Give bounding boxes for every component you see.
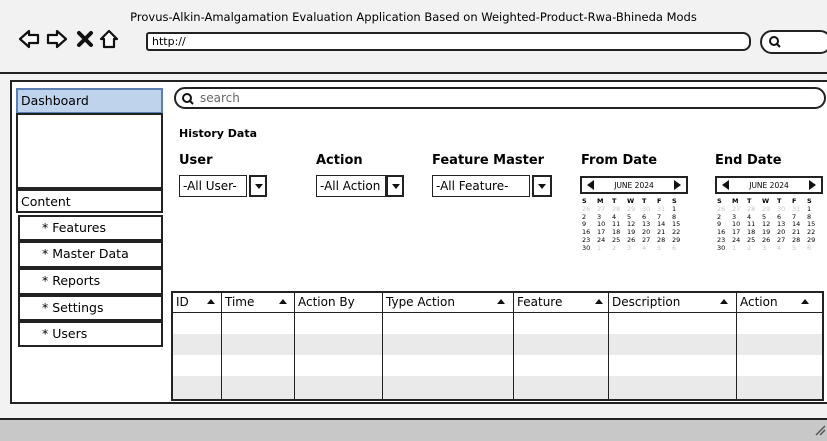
search-icon xyxy=(182,93,194,105)
sort-up-icon[interactable] xyxy=(279,299,287,304)
feature-select[interactable]: -All Feature- xyxy=(432,175,530,197)
end-date-label: End Date xyxy=(715,153,782,168)
chevron-down-icon[interactable] xyxy=(532,175,552,197)
calendar-header: JUNE 2024 xyxy=(580,176,688,194)
home-icon[interactable] xyxy=(98,28,120,50)
calendar-grid: S M T W T F S 26 27 28 29 30 31 1 2 3 4 5 6 7 8 9 10 11 12 13 14 15… xyxy=(582,197,687,253)
col-header-description[interactable]: Description xyxy=(609,293,737,313)
calendar-day[interactable]: 1 xyxy=(732,244,747,253)
sidebar-blank-panel xyxy=(16,113,163,189)
col-header-label: Action xyxy=(740,295,778,309)
col-header-action-by[interactable]: Action By xyxy=(295,293,383,313)
sort-up-icon[interactable] xyxy=(497,299,505,304)
chevron-down-icon[interactable] xyxy=(386,175,404,197)
window-title: Provus-Alkin-Amalgamation Evaluation App… xyxy=(130,10,697,24)
sidebar-item-dashboard[interactable]: Dashboard xyxy=(16,88,163,114)
sidebar-item-settings[interactable]: * Settings xyxy=(18,295,163,321)
col-header-label: Description xyxy=(612,295,681,309)
search-input[interactable]: search xyxy=(174,87,826,109)
calendar-day[interactable]: 6 xyxy=(807,244,822,253)
resize-grip-icon[interactable] xyxy=(814,424,826,436)
end-date-calendar[interactable]: JUNE 2024 S M T W T F S 26 27 28 29 30 31 1 2 3 4 5 6 7 8 9 10… xyxy=(715,176,823,272)
col-header-label: Type Action xyxy=(386,295,455,309)
col-header-type-action[interactable]: Type Action xyxy=(383,293,513,313)
sort-up-icon[interactable] xyxy=(207,299,215,304)
calendar-day[interactable]: 1 xyxy=(597,244,612,253)
col-header-label: Feature xyxy=(517,295,563,309)
next-month-icon[interactable] xyxy=(809,180,816,190)
table-row[interactable] xyxy=(173,355,822,376)
sidebar-item-master-data[interactable]: * Master Data xyxy=(18,241,163,268)
table-row[interactable] xyxy=(173,334,822,355)
calendar-month: JUNE 2024 xyxy=(749,181,789,190)
status-bar xyxy=(0,418,827,441)
action-label: Action xyxy=(316,153,363,168)
calendar-day[interactable]: 2 xyxy=(612,244,627,253)
calendar-day[interactable]: 4 xyxy=(777,244,792,253)
calendar-day[interactable]: 6 xyxy=(672,244,687,253)
calendar-day[interactable]: 5 xyxy=(792,244,807,253)
calendar-day[interactable]: 30 xyxy=(717,244,732,253)
stop-icon[interactable] xyxy=(74,28,96,50)
calendar-header: JUNE 2024 xyxy=(715,176,823,194)
col-header-time[interactable]: Time xyxy=(222,293,294,313)
from-date-label: From Date xyxy=(581,153,658,168)
col-header-label: Action By xyxy=(298,295,355,309)
col-header-id[interactable]: ID xyxy=(173,293,221,313)
calendar-day[interactable]: 3 xyxy=(762,244,777,253)
sidebar-item-reports[interactable]: * Reports xyxy=(18,268,163,295)
col-header-label: ID xyxy=(176,295,189,309)
col-header-feature[interactable]: Feature xyxy=(514,293,609,313)
sidebar-section-content[interactable]: Content xyxy=(16,189,163,213)
forward-icon[interactable] xyxy=(46,28,68,50)
back-icon[interactable] xyxy=(18,28,40,50)
history-table: ID Time Action By Type Action Feature De… xyxy=(171,291,824,401)
calendar-month: JUNE 2024 xyxy=(614,181,654,190)
col-header-action[interactable]: Action xyxy=(737,293,822,313)
sidebar-item-features[interactable]: * Features xyxy=(18,215,163,241)
chevron-down-icon[interactable] xyxy=(249,175,267,197)
header-divider xyxy=(173,312,822,313)
from-date-calendar[interactable]: JUNE 2024 S M T W T F S 26 27 28 29 30 31 1 2 3 4 5 6 7 8 9 10… xyxy=(580,176,688,272)
search-icon xyxy=(769,36,781,48)
col-header-label: Time xyxy=(225,295,255,309)
calendar-day[interactable]: 5 xyxy=(657,244,672,253)
sort-up-icon[interactable] xyxy=(720,299,728,304)
feature-label: Feature Master xyxy=(432,153,545,168)
user-select[interactable]: -All User- xyxy=(179,175,247,197)
sort-up-icon[interactable] xyxy=(595,299,603,304)
sort-up-icon[interactable] xyxy=(801,299,809,304)
calendar-grid: S M T W T F S 26 27 28 29 30 31 1 2 3 4 5 6 7 8 9 10 11 12 13 14 15… xyxy=(717,197,822,253)
action-select[interactable]: -All Action xyxy=(316,175,386,197)
calendar-day[interactable]: 2 xyxy=(747,244,762,253)
table-row[interactable] xyxy=(173,376,822,399)
url-input[interactable]: http:// xyxy=(146,32,751,51)
calendar-day[interactable]: 3 xyxy=(627,244,642,253)
calendar-day[interactable]: 30 xyxy=(582,244,597,253)
user-label: User xyxy=(179,153,213,168)
table-row[interactable] xyxy=(173,313,822,334)
calendar-day[interactable]: 4 xyxy=(642,244,657,253)
browser-search-button[interactable] xyxy=(760,30,827,54)
next-month-icon[interactable] xyxy=(674,180,681,190)
section-title: History Data xyxy=(179,127,257,140)
sidebar-item-users[interactable]: * Users xyxy=(18,321,163,347)
